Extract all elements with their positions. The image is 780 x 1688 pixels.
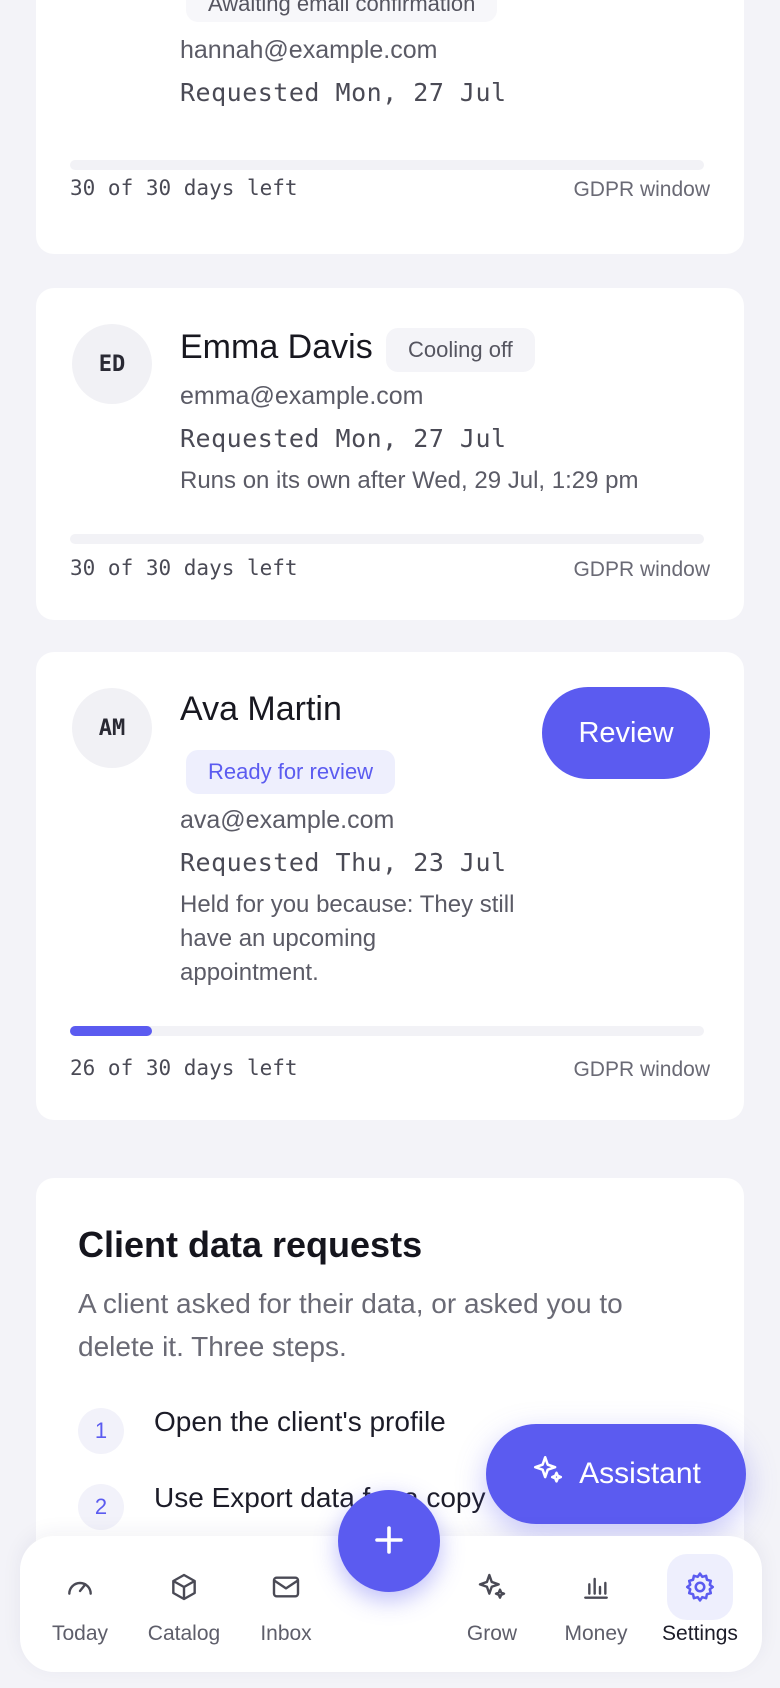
avatar: ED <box>72 324 152 404</box>
nav-label: Today <box>51 1622 109 1645</box>
gdpr-window-label: GDPR window <box>573 1058 710 1081</box>
avatar: AM <box>72 688 152 768</box>
nav-label: Money <box>564 1622 628 1645</box>
sparkle-icon <box>459 1554 525 1620</box>
nav-item-settings[interactable]: Settings <box>648 1554 752 1654</box>
days-left: 30 of 30 days left <box>70 556 298 580</box>
info-description: A client asked for their data, or asked … <box>78 1288 623 1362</box>
nav-item-inbox[interactable]: Inbox <box>234 1554 338 1654</box>
client-email: emma@example.com <box>180 382 424 410</box>
nav-label: Inbox <box>260 1622 312 1645</box>
status-badge: Awaiting email confirmation <box>186 0 498 22</box>
requested-date: Requested Mon, 27 Jul <box>180 424 507 453</box>
status-badge: Ready for review <box>186 750 396 794</box>
gauge-icon <box>47 1554 113 1620</box>
client-email: hannah@example.com <box>180 36 438 64</box>
status-badge: Cooling off <box>386 328 535 372</box>
client-name: Ava Martin <box>180 690 342 728</box>
nav-label: Catalog <box>147 1622 221 1645</box>
requested-date: Requested Mon, 27 Jul <box>180 78 507 107</box>
days-left: 30 of 30 days left <box>70 176 298 200</box>
gdpr-window-label: GDPR window <box>573 178 710 201</box>
assistant-button[interactable]: Assistant <box>486 1424 746 1524</box>
bar-chart-icon <box>563 1554 629 1620</box>
client-email: ava@example.com <box>180 806 395 834</box>
plus-icon <box>371 1522 407 1561</box>
nav-item-money[interactable]: Money <box>544 1554 648 1654</box>
mail-icon <box>253 1554 319 1620</box>
gdpr-progress-track <box>70 534 704 544</box>
sparkle-icon <box>531 1453 565 1495</box>
request-card: Awaiting email confirmation hannah@examp… <box>36 0 744 254</box>
add-button[interactable] <box>338 1490 440 1592</box>
gdpr-progress-track <box>70 160 704 170</box>
step-text: Open the client's profile <box>154 1406 446 1437</box>
requested-date: Requested Thu, 23 Jul <box>180 848 507 877</box>
request-card: AM Ava Martin Review Ready for review av… <box>36 652 744 1120</box>
nav-label: Grow <box>466 1622 518 1645</box>
request-card: ED Emma Davis Cooling off emma@example.c… <box>36 288 744 620</box>
nav-item-today[interactable]: Today <box>28 1554 132 1654</box>
days-left: 26 of 30 days left <box>70 1056 298 1080</box>
gdpr-window-label: GDPR window <box>573 558 710 581</box>
client-name: Emma Davis <box>180 328 373 366</box>
info-title: Client data requests <box>78 1224 423 1265</box>
box-icon <box>151 1554 217 1620</box>
hold-reason-note: Held for you because: They still have an… <box>180 891 515 986</box>
step-number: 2 <box>78 1484 124 1530</box>
gear-icon <box>667 1554 733 1620</box>
nav-item-catalog[interactable]: Catalog <box>132 1554 236 1654</box>
step-text: Use Export data for a copy <box>154 1482 486 1513</box>
nav-label: Settings <box>662 1622 738 1645</box>
assistant-label: Assistant <box>579 1457 701 1490</box>
gdpr-progress-fill <box>70 1026 153 1036</box>
step-number: 1 <box>78 1408 124 1454</box>
auto-run-note: Runs on its own after Wed, 29 Jul, 1:29 … <box>180 467 639 494</box>
review-button[interactable]: Review <box>542 687 710 779</box>
gdpr-progress-track <box>70 1026 704 1036</box>
nav-item-grow[interactable]: Grow <box>440 1554 544 1654</box>
